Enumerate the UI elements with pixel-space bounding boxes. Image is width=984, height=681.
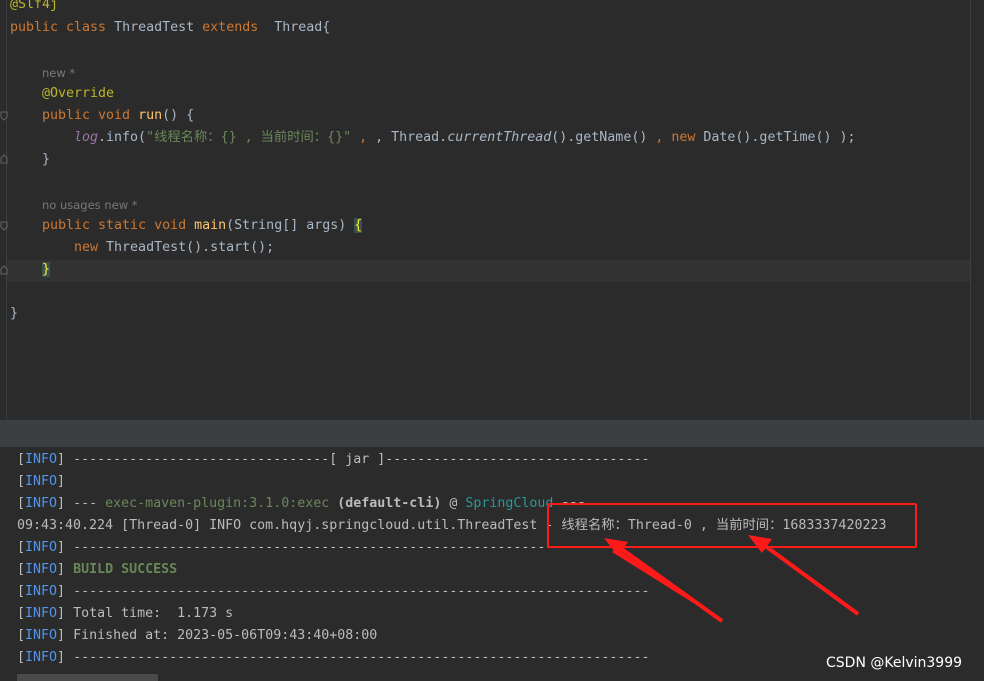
console-horizontal-scrollbar[interactable] [17, 674, 158, 681]
editor-gutter [0, 0, 7, 420]
code-text: , [655, 130, 672, 145]
code-text: } [42, 152, 51, 167]
fold-icon[interactable] [0, 111, 8, 121]
code-line-close-main[interactable]: } [42, 259, 51, 281]
parent-class: Thread{ [274, 20, 331, 35]
code-line-log[interactable]: log.info("线程名称：{} , 当前时间：{}" , , Thread.… [74, 127, 856, 149]
code-line-override[interactable]: @Override [42, 83, 114, 105]
finished-at: Finished at: 2023-05-06T09:43:40+08:00 [65, 628, 378, 643]
plugin-name: exec-maven-plugin:3.1.0:exec [105, 496, 330, 511]
run-console[interactable]: [INFO] --------------------------------[… [0, 447, 984, 681]
console-text: --------------------------------[ jar ]-… [65, 452, 650, 467]
build-success: BUILD SUCCESS [65, 562, 178, 577]
code-line-run-decl[interactable]: public void run() { [42, 105, 194, 127]
log-field: log [74, 130, 99, 145]
keyword: new [74, 240, 99, 255]
method-name: run [138, 108, 163, 123]
keyword: public class [10, 20, 107, 35]
project-name: SpringCloud [465, 496, 554, 511]
highlight-box [547, 503, 917, 548]
console-line: [INFO] --- exec-maven-plugin:3.1.0:exec … [17, 496, 586, 511]
matched-brace: { [354, 218, 363, 233]
code-line-close[interactable]: } [42, 149, 50, 171]
code-line-start[interactable]: new ThreadTest().start(); [74, 237, 274, 259]
code-line-main-decl[interactable]: public static void main(String[] args) { [42, 215, 363, 237]
fold-icon[interactable] [0, 221, 8, 231]
console-line: [INFO] ---------------------------------… [17, 650, 650, 665]
console-line: [INFO] Finished at: 2023-05-06T09:43:40+… [17, 628, 378, 643]
code-text: ThreadTest().start(); [98, 240, 275, 255]
code-text: (String[] args) [226, 218, 355, 233]
console-line: [INFO] BUILD SUCCESS [17, 562, 178, 577]
slf4j-annotation: @Slf4j [10, 0, 59, 12]
code-text: } [10, 306, 19, 321]
panel-splitter[interactable] [0, 420, 984, 447]
info-tag: INFO [25, 628, 58, 643]
info-tag: INFO [25, 584, 58, 599]
inlay-hint-author[interactable]: new * [42, 66, 75, 80]
info-tag: INFO [25, 452, 58, 467]
string-literal: "线程名称：{} , 当前时间：{}" [146, 130, 352, 145]
total-time: Total time: 1.173 s [65, 606, 234, 621]
code-line-annotation[interactable]: @Slf4j [10, 0, 58, 16]
code-text: .info( [98, 130, 147, 145]
class-name: ThreadTest [114, 20, 195, 35]
info-tag: INFO [25, 474, 58, 489]
console-text: ----------------------------------------… [65, 650, 650, 665]
fold-icon[interactable] [0, 265, 8, 275]
code-line-close-class[interactable]: } [10, 303, 18, 325]
code-line-class-decl[interactable]: public class ThreadTest extends Thread{ [10, 17, 330, 39]
current-line-highlight [7, 260, 970, 282]
inlay-hint-usages[interactable]: no usages new * [42, 198, 138, 212]
console-line: [INFO] Total time: 1.173 s [17, 606, 234, 621]
code-text: () { [162, 108, 195, 123]
static-method: currentThread [447, 130, 552, 145]
keyword: public static void [42, 218, 187, 233]
code-text: Date().getTime() ); [695, 130, 856, 145]
matched-brace: } [42, 262, 51, 277]
method-name: main [194, 218, 227, 233]
console-text: @ [441, 496, 466, 511]
keyword: public void [42, 108, 131, 123]
console-line: [INFO] [17, 474, 66, 489]
watermark: CSDN @Kelvin3999 [826, 655, 963, 671]
info-tag: INFO [25, 606, 58, 621]
info-tag: INFO [25, 650, 58, 665]
keyword: extends [202, 20, 259, 35]
console-text: ----------------------------------------… [65, 584, 650, 599]
code-text: , [351, 130, 368, 145]
info-tag: INFO [25, 562, 58, 577]
override-annotation: @Override [42, 86, 115, 101]
fold-icon[interactable] [0, 154, 8, 164]
info-tag: INFO [25, 540, 58, 555]
code-text: , Thread. [367, 130, 448, 145]
console-line: [INFO] ---------------------------------… [17, 584, 650, 599]
code-editor[interactable]: @Slf4j public class ThreadTest extends T… [0, 0, 984, 420]
console-text: --- [65, 496, 106, 511]
code-text: ().getName() [551, 130, 656, 145]
console-line: [INFO] --------------------------------[… [17, 452, 650, 467]
info-tag: INFO [25, 496, 58, 511]
right-margin-guide [970, 0, 971, 420]
console-text: (default-cli) [329, 496, 442, 511]
keyword: new [671, 130, 696, 145]
